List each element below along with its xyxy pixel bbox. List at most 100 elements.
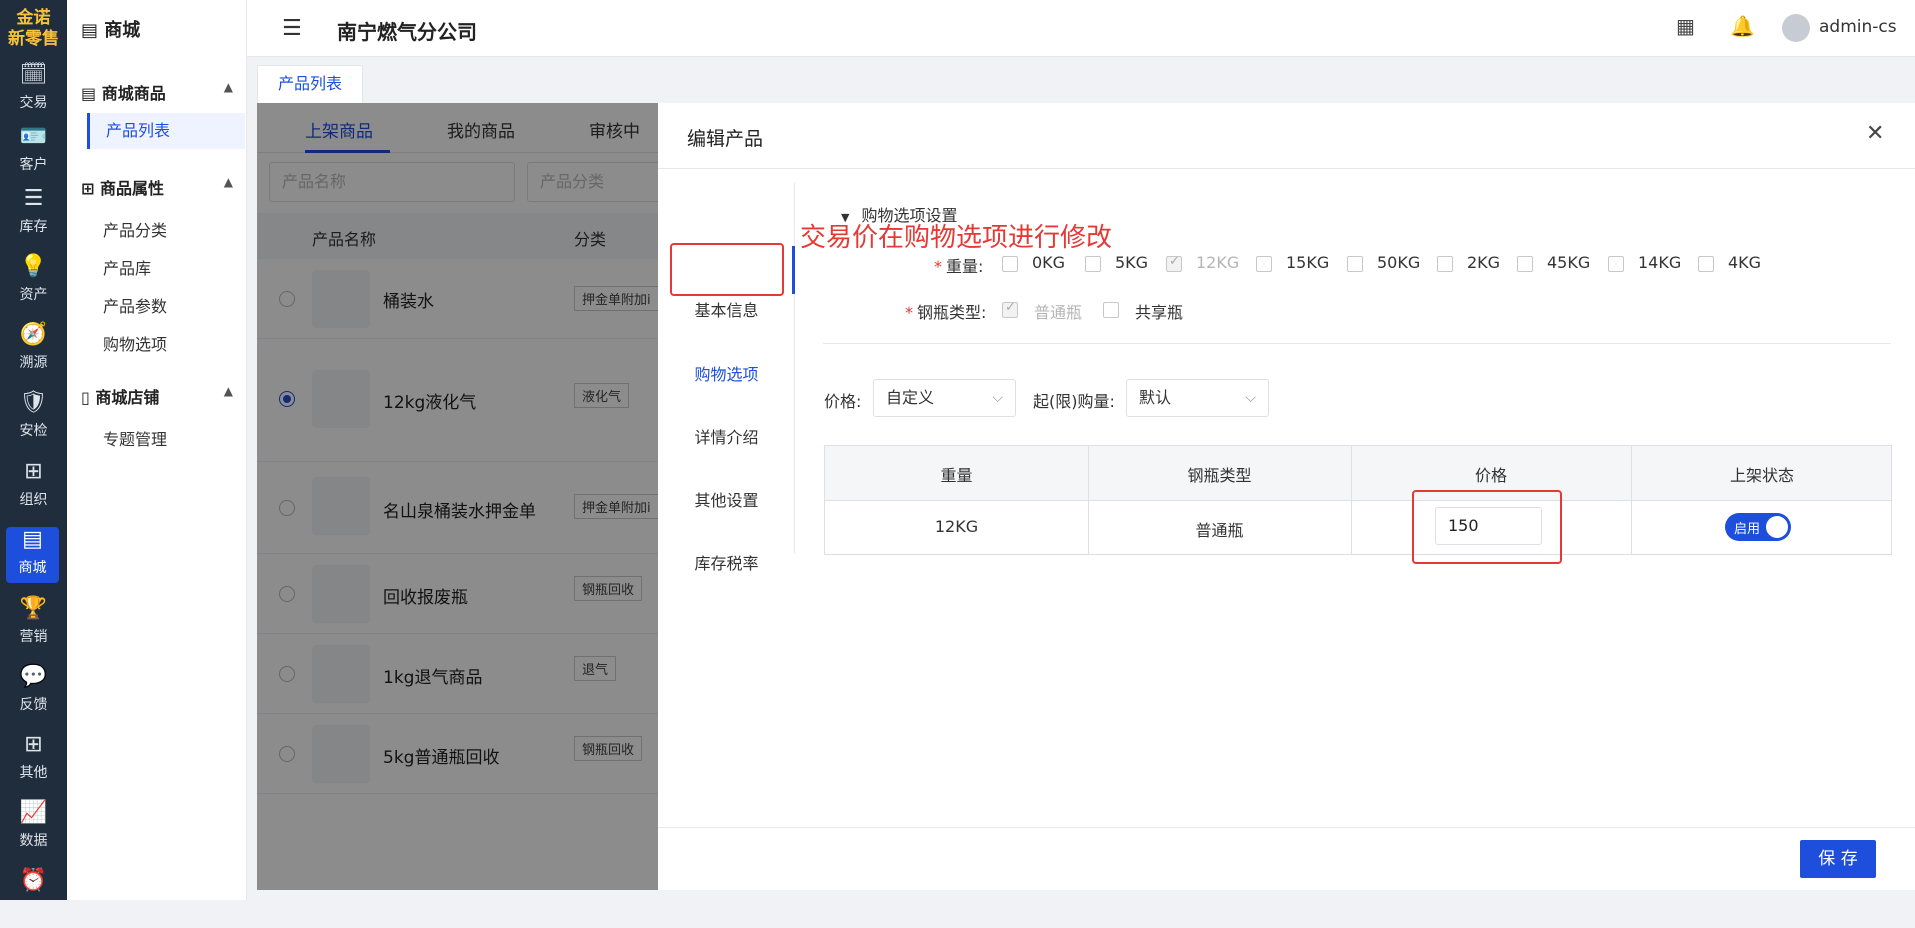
list-icon: ☰ (23, 186, 44, 211)
weight-option-label: 50KG (1377, 253, 1421, 272)
edit-product-drawer: 编辑产品 ✕ 基本信息 购物选项 详情介绍 其他设置 库存税率 ▼ 购物选项设置 … (658, 103, 1915, 890)
weight-option-label: 0KG (1032, 253, 1066, 272)
sku-cell-bottle: 普通瓶 (1195, 521, 1244, 540)
drawer-nav: 基本信息 购物选项 详情介绍 其他设置 库存税率 (658, 183, 795, 573)
bell-icon[interactable]: 🔔 (1730, 14, 1755, 38)
rail-item-org[interactable]: ⊞ 组织 (2, 459, 65, 519)
store-icon: ▤ (81, 84, 102, 103)
company-name: 南宁燃气分公司 (337, 20, 477, 44)
checkbox-weight-5kg[interactable] (1085, 256, 1101, 272)
trophy-icon: 🏆 (19, 596, 48, 621)
weight-option-label: 5KG (1115, 253, 1149, 272)
divider (658, 827, 1915, 828)
rail-item-data[interactable]: 📈 数据 (2, 800, 65, 860)
org-icon: ⊞ (81, 179, 100, 198)
rail-item-trace[interactable]: 🧭 溯源 (2, 322, 65, 382)
save-button[interactable]: 保 存 (1800, 840, 1876, 878)
close-icon[interactable]: ✕ (1866, 121, 1884, 146)
submenu-item-library[interactable]: 产品库 (103, 255, 151, 279)
checkbox-weight-45kg[interactable] (1517, 256, 1533, 272)
checkbox-bottle-shared[interactable] (1103, 302, 1119, 318)
chevron-up-icon: ▲ (223, 175, 233, 189)
submenu-group-mall-goods[interactable]: ▤ 商城商品 ▲ (81, 80, 241, 104)
purchase-limit-select[interactable]: 默认 ⌵ (1126, 379, 1269, 417)
checkbox-weight-50kg[interactable] (1347, 256, 1363, 272)
qrcode-icon[interactable]: ▦ (1676, 14, 1695, 38)
rail-item-customer[interactable]: 🪪 客户 (2, 124, 65, 184)
checkbox-weight-4kg[interactable] (1698, 256, 1714, 272)
alarm-icon: ⏰ (19, 868, 48, 893)
checkbox-weight-15kg[interactable] (1256, 256, 1272, 272)
rail-item-mall[interactable]: ▤ 商城 (6, 527, 59, 583)
sku-col-status: 上架状态 (1729, 466, 1794, 485)
checkbox-weight-14kg[interactable] (1608, 256, 1624, 272)
sub-menu: ▤ 商城 ▤ 商城商品 ▲ 产品列表 ⊞ 商品属性 ▲ 产品分类 产品库 产品参数 … (67, 0, 247, 900)
id-card-icon: 🪪 (19, 124, 48, 149)
nav-stock-tax[interactable]: 库存税率 (658, 550, 795, 574)
submenu-item-params[interactable]: 产品参数 (103, 293, 167, 317)
submenu-group-product-attrs[interactable]: ⊞ 商品属性 ▲ (81, 175, 241, 199)
sku-col-bottle: 钢瓶类型 (1187, 466, 1252, 485)
submenu-item-product-list[interactable]: 产品列表 (87, 113, 245, 149)
nav-active-indicator (792, 246, 795, 294)
price-mode-select[interactable]: 自定义 ⌵ (873, 379, 1016, 417)
checkbox-weight-0kg[interactable] (1002, 256, 1018, 272)
avatar[interactable] (1782, 14, 1810, 42)
icon-rail: 金诺 新零售 🗓 交易 🪪 客户 ☰ 库存 💡 资产 🧭 溯源 🛡 安检 ⊞ 组织 ▤ 商城 🏆… (0, 0, 67, 900)
rail-item-inventory[interactable]: ☰ 库存 (2, 186, 65, 246)
weight-label: * 重量: (934, 257, 984, 276)
purchase-limit-label: 起(限)购量: (1033, 392, 1115, 411)
annotation-box-price (1412, 490, 1562, 564)
sku-cell-weight: 12KG (934, 517, 979, 536)
weight-option-label: 12KG (1196, 253, 1240, 272)
chat-icon: 💬 (19, 664, 48, 689)
rail-item-feedback[interactable]: 💬 反馈 (2, 664, 65, 724)
rail-item-assets[interactable]: 💡 资产 (2, 254, 65, 314)
nav-details[interactable]: 详情介绍 (658, 424, 795, 448)
sku-col-price: 价格 (1474, 466, 1507, 485)
submenu-item-shopping-options[interactable]: 购物选项 (103, 331, 167, 355)
checkbox-bottle-normal[interactable] (1002, 300, 1018, 318)
rail-item-trade[interactable]: 🗓 交易 (2, 62, 65, 122)
username[interactable]: admin-cs (1819, 17, 1897, 37)
annotation-box-nav (670, 243, 784, 296)
checkbox-weight-2kg[interactable] (1437, 256, 1453, 272)
submenu-title: ▤ 商城 (81, 20, 141, 41)
org-icon: ⊞ (24, 459, 43, 484)
price-label: 价格: (824, 392, 862, 411)
rail-item-marketing[interactable]: 🏆 营销 (2, 596, 65, 656)
compass-icon: 🧭 (19, 322, 48, 347)
weight-option-label: 4KG (1728, 253, 1762, 272)
checkbox-weight-12kg[interactable] (1166, 254, 1182, 272)
store-icon: ▤ (81, 20, 105, 41)
annotation-text: 交易价在购物选项进行修改 (800, 223, 1113, 253)
submenu-item-category[interactable]: 产品分类 (103, 217, 167, 241)
bottle-option-label: 共享瓶 (1135, 303, 1184, 322)
modal-mask[interactable] (257, 103, 658, 890)
submenu-item-topics[interactable]: 专题管理 (103, 426, 167, 450)
bottle-option-label: 普通瓶 (1034, 303, 1083, 322)
chevron-down-icon: ⌵ (992, 390, 1003, 406)
sku-col-weight: 重量 (940, 466, 973, 485)
drawer-title: 编辑产品 (687, 128, 764, 150)
divider (823, 343, 1891, 344)
rail-item-inspection[interactable]: 🛡 安检 (2, 390, 65, 450)
tab-product-list[interactable]: 产品列表 (257, 65, 363, 103)
nav-other-settings[interactable]: 其他设置 (658, 487, 795, 511)
rail-item-alarm[interactable]: ⏰ (2, 868, 65, 928)
nav-shopping-options[interactable]: 购物选项 (658, 361, 795, 385)
weight-option-label: 14KG (1638, 253, 1682, 272)
nav-basic-info[interactable]: 基本信息 (658, 297, 795, 321)
submenu-group-shops[interactable]: ▯ 商城店铺 ▲ (81, 384, 241, 408)
weight-option-label: 45KG (1547, 253, 1591, 272)
weight-option-label: 2KG (1467, 253, 1501, 272)
status-toggle[interactable]: 启用 (1725, 513, 1791, 541)
weight-option-label: 15KG (1286, 253, 1330, 272)
menu-toggle-icon[interactable]: ☰ (282, 16, 302, 41)
rail-item-other[interactable]: ⊞ 其他 (2, 732, 65, 792)
bulb-icon: 💡 (19, 254, 48, 279)
chart-icon: 📈 (19, 800, 48, 825)
chevron-down-icon: ⌵ (1245, 390, 1256, 406)
store-icon: ▤ (22, 527, 43, 552)
shield-icon: 🛡 (19, 390, 48, 415)
